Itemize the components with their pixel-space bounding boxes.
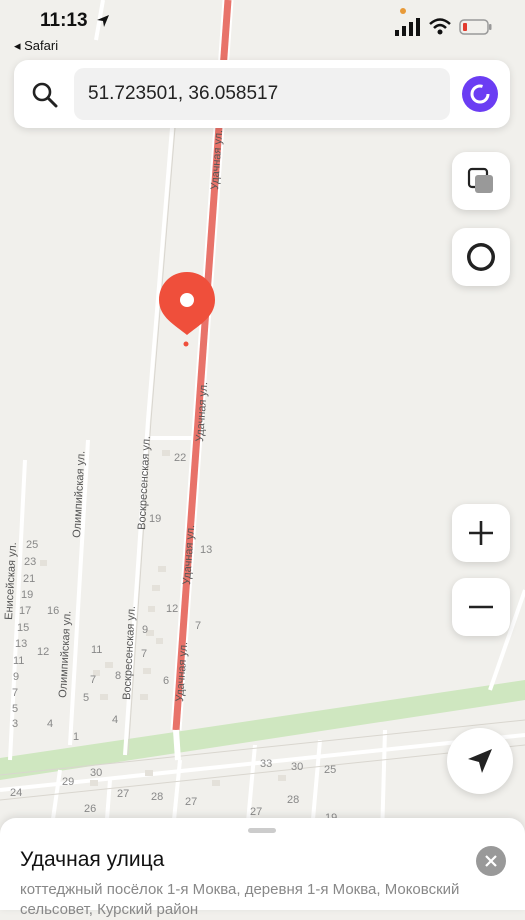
map-canvas[interactable]: Удачная ул. Удачная ул. Удачная ул. Удач… — [0, 0, 525, 910]
layers-icon — [467, 167, 493, 193]
house-number: 12 — [37, 646, 49, 658]
back-to-safari[interactable]: ◂ Safari — [14, 38, 58, 54]
house-number: 30 — [90, 767, 102, 779]
house-number: 27 — [250, 806, 262, 818]
battery-low-icon — [459, 19, 492, 35]
house-number: 11 — [91, 644, 102, 656]
search-input[interactable]: 51.723501, 36.058517 — [74, 68, 450, 120]
sheet-handle[interactable] — [248, 828, 276, 833]
house-number: 12 — [166, 603, 178, 615]
house-number: 25 — [324, 764, 336, 776]
house-number: 8 — [115, 670, 121, 682]
house-number: 11 — [13, 655, 24, 667]
house-number: 4 — [47, 718, 53, 730]
house-number: 9 — [142, 624, 148, 636]
house-number: 27 — [185, 796, 197, 808]
house-number: 9 — [13, 671, 19, 683]
house-number: 21 — [23, 573, 35, 585]
house-number: 23 — [24, 556, 36, 568]
house-number: 13 — [200, 544, 212, 556]
house-number: 30 — [291, 761, 303, 773]
location-arrow-icon — [97, 15, 109, 27]
house-number: 7 — [141, 648, 147, 660]
house-number: 3 — [12, 718, 18, 730]
house-number: 26 — [84, 803, 96, 815]
close-card-button[interactable] — [476, 846, 506, 876]
alice-button[interactable] — [452, 228, 510, 286]
close-icon — [485, 855, 497, 867]
search-query: 51.723501, 36.058517 — [88, 83, 279, 104]
place-card[interactable]: Удачная улица коттеджный посёлок 1-я Мок… — [0, 818, 525, 918]
plus-icon — [469, 521, 493, 545]
place-address: коттеджный посёлок 1-я Моква, деревня 1-… — [20, 881, 460, 918]
house-number: 24 — [10, 787, 22, 799]
house-number: 5 — [83, 692, 89, 704]
place-title: Удачная улица — [20, 848, 165, 871]
house-number: 28 — [287, 794, 299, 806]
house-number: 16 — [47, 605, 59, 617]
house-number: 5 — [12, 703, 18, 715]
house-number: 7 — [195, 620, 201, 632]
house-number: 19 — [149, 513, 161, 525]
my-location-button[interactable] — [447, 728, 513, 794]
house-number: 1 — [73, 731, 79, 743]
wifi-icon — [429, 18, 451, 35]
house-number: 15 — [17, 622, 29, 634]
zoom-out-button[interactable] — [452, 578, 510, 636]
search-icon[interactable] — [32, 82, 58, 108]
house-number: 33 — [260, 758, 272, 770]
house-number: 27 — [117, 788, 129, 800]
status-time: 11:13 — [40, 10, 88, 31]
house-number: 25 — [26, 539, 38, 551]
house-number: 17 — [19, 605, 31, 617]
house-number: 28 — [151, 791, 163, 803]
house-number: 19 — [21, 589, 33, 601]
cellular-signal-icon — [395, 18, 420, 36]
house-number: 22 — [174, 452, 186, 464]
alice-ring-icon — [467, 243, 495, 271]
house-number: 13 — [15, 638, 27, 650]
house-number: 7 — [90, 674, 96, 686]
minus-icon — [469, 605, 493, 609]
search-bar[interactable]: 51.723501, 36.058517 — [14, 60, 510, 128]
house-number: 4 — [112, 714, 118, 726]
layers-button[interactable] — [452, 152, 510, 210]
navigation-icon — [468, 749, 492, 773]
recording-dot — [400, 8, 406, 14]
alice-icon[interactable] — [462, 76, 498, 112]
house-number: 7 — [12, 687, 18, 699]
house-number: 29 — [62, 776, 74, 788]
zoom-in-button[interactable] — [452, 504, 510, 562]
status-bar: 11:13 ◂ Safari — [0, 0, 525, 58]
house-number: 6 — [163, 675, 169, 687]
